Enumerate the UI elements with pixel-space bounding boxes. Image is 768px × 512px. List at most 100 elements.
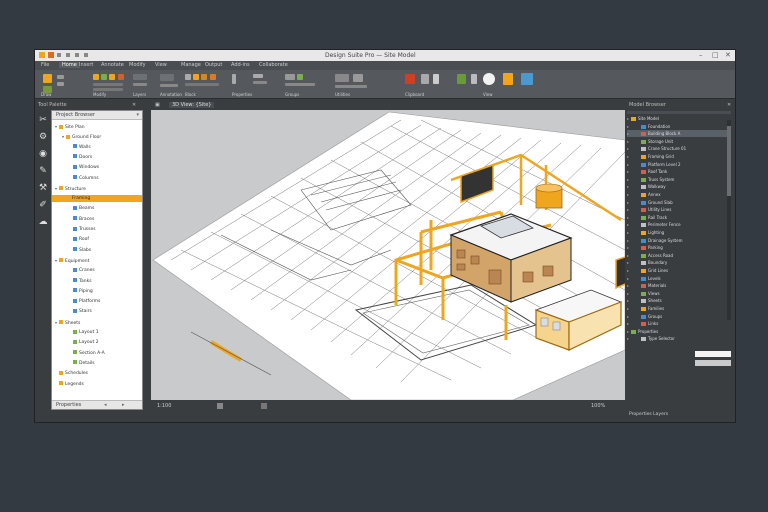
tree-item[interactable]: ▸ Parking xyxy=(627,244,663,251)
tree-item[interactable]: ▸ Materials xyxy=(627,282,666,289)
browser-item[interactable]: Layout 2 xyxy=(52,339,142,346)
browser-item[interactable]: ▾ Site Plan xyxy=(52,123,142,130)
right-panel-close-icon[interactable]: ✕ xyxy=(727,102,731,108)
tree-item[interactable]: ▸ Rail Track xyxy=(627,214,667,221)
layer-state-icon[interactable] xyxy=(133,83,147,86)
circle-icon[interactable] xyxy=(57,82,64,86)
tree-item[interactable]: ▸ Crane Structure 01 xyxy=(627,145,686,152)
tree-item[interactable]: ▸ Truss System xyxy=(627,176,674,183)
browser-item[interactable]: Platforms xyxy=(52,298,142,305)
browser-item[interactable]: Schedules xyxy=(52,370,142,377)
trim-icon[interactable] xyxy=(118,74,124,80)
orbit-icon[interactable] xyxy=(483,73,495,85)
browser-item[interactable]: Piping xyxy=(52,288,142,295)
wrench-icon[interactable]: ⚒ xyxy=(38,183,48,193)
browser-item[interactable]: Windows xyxy=(52,164,142,171)
browser-item[interactable]: Beams xyxy=(52,205,142,212)
tree-item[interactable]: ▸ Groups xyxy=(627,313,662,320)
prev-page-icon[interactable]: ◂ xyxy=(104,402,107,408)
next-page-icon[interactable]: ▸ xyxy=(122,402,125,408)
canvas-tab-icon[interactable]: ▣ xyxy=(155,102,160,108)
tree-item[interactable]: ▸ Walkway xyxy=(627,183,666,190)
browser-item[interactable]: ▾ Ground Floor xyxy=(52,133,142,140)
tree-item[interactable]: ▸ Roof Tank xyxy=(627,168,667,175)
maximize-button[interactable]: □ xyxy=(712,51,719,59)
redo-icon[interactable] xyxy=(84,53,88,57)
tree-item[interactable]: ▸ Framing Grid xyxy=(627,153,674,160)
copy-icon[interactable] xyxy=(101,74,107,80)
modify-row-icon[interactable] xyxy=(93,83,123,86)
tree-item[interactable]: ▸ Levels xyxy=(627,275,661,282)
menu-tab[interactable]: Collaborate xyxy=(259,62,288,68)
browser-item[interactable]: Framing xyxy=(52,195,142,203)
browser-item[interactable]: Columns xyxy=(52,175,142,182)
annotation-icon[interactable] xyxy=(160,74,174,81)
layer-dropdown[interactable] xyxy=(133,74,147,80)
menu-tab[interactable]: Output xyxy=(205,62,222,68)
block-edit-icon[interactable] xyxy=(201,74,207,80)
tree-item[interactable]: ▸ Properties xyxy=(627,328,658,335)
drawing-canvas[interactable] xyxy=(151,110,647,401)
block-create-icon[interactable] xyxy=(193,74,199,80)
gear-icon[interactable]: ⚙ xyxy=(38,132,48,142)
browser-item[interactable]: Roof xyxy=(52,236,142,243)
menu-tab[interactable]: Add-ins xyxy=(231,62,250,68)
measure-icon[interactable] xyxy=(335,74,349,82)
match-props-icon[interactable] xyxy=(253,74,263,78)
browser-item[interactable]: Cranes xyxy=(52,267,142,274)
browser-item[interactable]: Layout 1 xyxy=(52,329,142,336)
block-attr-icon[interactable] xyxy=(210,74,216,80)
tree-item[interactable]: ▸ Type Selector xyxy=(627,335,675,342)
rotate-icon[interactable] xyxy=(109,74,115,80)
tree-item[interactable]: ▸ Annex xyxy=(627,191,661,198)
tree-item[interactable]: ▸ Platform Level 2 xyxy=(627,161,681,168)
property-value-input[interactable] xyxy=(695,360,731,366)
visual-style-status-icon[interactable] xyxy=(217,403,223,409)
model-viewport[interactable] xyxy=(151,110,647,401)
tree-item[interactable]: ▸ Access Road xyxy=(627,252,673,259)
tree-item[interactable]: ▸ Drainage System xyxy=(627,237,682,244)
scissors-icon[interactable]: ✂ xyxy=(38,115,48,125)
group-row-icon[interactable] xyxy=(285,83,315,86)
block-row-icon[interactable] xyxy=(185,83,219,86)
tree-item[interactable]: ▸ Grid Lines xyxy=(627,267,668,274)
group-icon[interactable] xyxy=(285,74,295,80)
polyline-icon[interactable] xyxy=(57,75,64,79)
tree-item[interactable]: ▸ Families xyxy=(627,305,664,312)
browser-item[interactable]: ▾ Equipment xyxy=(52,257,142,264)
paste-icon[interactable] xyxy=(405,74,415,84)
pencil-icon[interactable]: ✎ xyxy=(38,166,48,176)
menu-tab[interactable]: Insert xyxy=(79,62,93,68)
browser-item[interactable]: Section A-A xyxy=(52,350,142,357)
menu-tab[interactable]: View xyxy=(155,62,167,68)
browser-item[interactable]: Walls xyxy=(52,144,142,151)
tree-item[interactable]: ▸ Perimeter Fence xyxy=(627,221,681,228)
scale-readout[interactable]: 1:100 xyxy=(157,403,171,409)
modify-row2-icon[interactable] xyxy=(93,88,123,91)
move-icon[interactable] xyxy=(93,74,99,80)
menu-tab[interactable]: File xyxy=(41,62,49,68)
cut-icon[interactable] xyxy=(421,74,429,84)
browser-item[interactable]: Legends xyxy=(52,381,142,388)
tree-item[interactable]: ▸ Building Block A xyxy=(627,130,727,138)
type-selector-input[interactable] xyxy=(695,351,731,357)
menu-tab[interactable]: Annotate xyxy=(101,62,124,68)
tree-item[interactable]: ▸ Links xyxy=(627,320,658,327)
app-logo-icon[interactable] xyxy=(39,52,45,58)
render-icon[interactable] xyxy=(521,73,533,85)
menu-tab[interactable]: Modify xyxy=(129,62,146,68)
zoom-readout[interactable]: 100% xyxy=(591,403,605,409)
minimize-button[interactable]: – xyxy=(699,51,703,59)
cloud-icon[interactable]: ☁ xyxy=(38,217,48,227)
browser-item[interactable]: Tanks xyxy=(52,278,142,285)
browser-item[interactable]: Stairs xyxy=(52,308,142,315)
browser-item[interactable]: ▾ Sheets xyxy=(52,319,142,326)
browser-item[interactable]: Trusses xyxy=(52,226,142,233)
block-insert-icon[interactable] xyxy=(185,74,191,80)
undo-icon[interactable] xyxy=(75,53,79,57)
right-panel-footer[interactable]: Properties Layers xyxy=(629,412,668,417)
browser-item[interactable]: ▾ Structure xyxy=(52,185,142,192)
tree-item[interactable]: ▸ Sheets xyxy=(627,297,662,304)
browser-dropdown-icon[interactable]: ▾ xyxy=(136,112,139,118)
globe-icon[interactable]: ◉ xyxy=(38,149,48,159)
